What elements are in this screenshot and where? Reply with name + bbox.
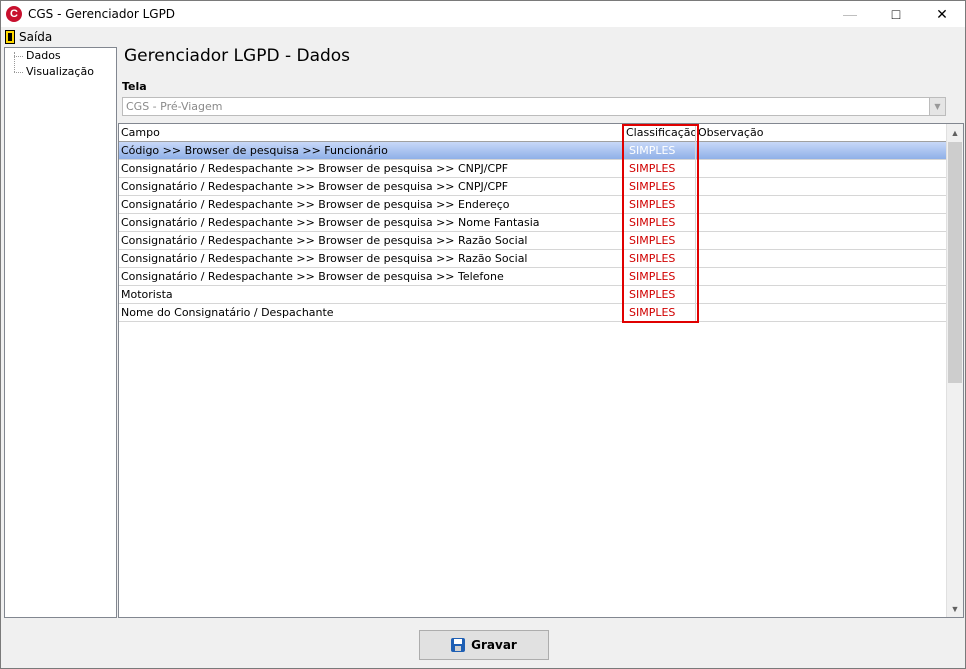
table-row[interactable]: Consignatário / Redespachante >> Browser… <box>119 232 947 250</box>
table-row[interactable]: Motorista SIMPLES <box>119 286 947 304</box>
cell-classificacao[interactable]: SIMPLES <box>624 232 696 249</box>
window-title: CGS - Gerenciador LGPD <box>28 7 176 21</box>
cell-campo: Consignatário / Redespachante >> Browser… <box>119 178 624 195</box>
cell-observacao[interactable] <box>696 250 947 267</box>
table-row[interactable]: Consignatário / Redespachante >> Browser… <box>119 178 947 196</box>
window-controls: — □ ✕ <box>827 1 965 27</box>
cell-campo: Código >> Browser de pesquisa >> Funcion… <box>119 142 624 159</box>
chevron-down-icon[interactable]: ▼ <box>929 98 945 115</box>
data-grid: Campo Classificação Observação Código >>… <box>118 123 964 618</box>
app-logo-icon: C <box>6 6 22 22</box>
cell-classificacao[interactable]: SIMPLES <box>624 268 696 285</box>
cell-campo: Consignatário / Redespachante >> Browser… <box>119 268 624 285</box>
cell-campo: Consignatário / Redespachante >> Browser… <box>119 232 624 249</box>
cell-observacao[interactable] <box>696 160 947 177</box>
exit-menu-item[interactable]: Saída <box>5 29 53 44</box>
cell-campo: Consignatário / Redespachante >> Browser… <box>119 250 624 267</box>
table-row[interactable]: Consignatário / Redespachante >> Browser… <box>119 214 947 232</box>
cell-observacao[interactable] <box>696 232 947 249</box>
cell-classificacao[interactable]: SIMPLES <box>624 178 696 195</box>
tree-item-visualizacao[interactable]: Visualização <box>5 64 116 80</box>
cell-observacao[interactable] <box>696 196 947 213</box>
column-header-observacao[interactable]: Observação <box>696 124 947 142</box>
cell-observacao[interactable] <box>696 268 947 285</box>
table-row[interactable]: Código >> Browser de pesquisa >> Funcion… <box>119 142 947 160</box>
cell-campo: Consignatário / Redespachante >> Browser… <box>119 196 624 213</box>
grid-header: Campo Classificação Observação <box>119 124 947 142</box>
table-row[interactable]: Consignatário / Redespachante >> Browser… <box>119 250 947 268</box>
scroll-down-icon[interactable]: ▼ <box>947 600 963 617</box>
tree-item-dados[interactable]: Dados <box>5 48 116 64</box>
table-row[interactable]: Consignatário / Redespachante >> Browser… <box>119 268 947 286</box>
table-row[interactable]: Nome do Consignatário / Despachante SIMP… <box>119 304 947 322</box>
cell-campo: Consignatário / Redespachante >> Browser… <box>119 214 624 231</box>
maximize-icon[interactable]: □ <box>873 1 919 27</box>
close-icon[interactable]: ✕ <box>919 1 965 27</box>
cell-observacao[interactable] <box>696 214 947 231</box>
door-exit-icon <box>5 29 15 44</box>
tela-select-value: CGS - Pré-Viagem <box>126 100 223 113</box>
main-window: C CGS - Gerenciador LGPD — □ ✕ Saída Dad… <box>0 0 966 669</box>
column-header-classificacao[interactable]: Classificação <box>624 124 696 142</box>
navigation-tree: Dados Visualização <box>4 47 117 618</box>
title-bar: C CGS - Gerenciador LGPD — □ ✕ <box>1 1 965 27</box>
cell-classificacao[interactable]: SIMPLES <box>624 142 696 159</box>
save-button[interactable]: Gravar <box>419 630 549 660</box>
cell-campo: Nome do Consignatário / Despachante <box>119 304 624 321</box>
cell-classificacao[interactable]: SIMPLES <box>624 196 696 213</box>
cell-classificacao[interactable]: SIMPLES <box>624 286 696 303</box>
table-row[interactable]: Consignatário / Redespachante >> Browser… <box>119 160 947 178</box>
tela-select[interactable]: CGS - Pré-Viagem ▼ <box>122 97 946 116</box>
scrollbar-thumb[interactable] <box>948 142 962 383</box>
cell-observacao[interactable] <box>696 304 947 321</box>
page-title: Gerenciador LGPD - Dados <box>124 46 351 66</box>
cell-campo: Motorista <box>119 286 624 303</box>
minimize-icon[interactable]: — <box>827 1 873 27</box>
save-button-label: Gravar <box>471 638 517 652</box>
cell-observacao[interactable] <box>696 142 947 159</box>
menu-bar: Saída <box>1 27 965 46</box>
column-header-campo[interactable]: Campo <box>119 124 624 142</box>
exit-menu-label: Saída <box>19 29 53 44</box>
table-row[interactable]: Consignatário / Redespachante >> Browser… <box>119 196 947 214</box>
cell-observacao[interactable] <box>696 286 947 303</box>
cell-classificacao[interactable]: SIMPLES <box>624 304 696 321</box>
vertical-scrollbar[interactable]: ▲ ▼ <box>946 124 963 617</box>
tela-label: Tela <box>122 80 147 93</box>
cell-classificacao[interactable]: SIMPLES <box>624 250 696 267</box>
cell-classificacao[interactable]: SIMPLES <box>624 214 696 231</box>
cell-campo: Consignatário / Redespachante >> Browser… <box>119 160 624 177</box>
cell-observacao[interactable] <box>696 178 947 195</box>
floppy-disk-icon <box>451 638 466 652</box>
cell-classificacao[interactable]: SIMPLES <box>624 160 696 177</box>
scroll-up-icon[interactable]: ▲ <box>947 124 963 141</box>
